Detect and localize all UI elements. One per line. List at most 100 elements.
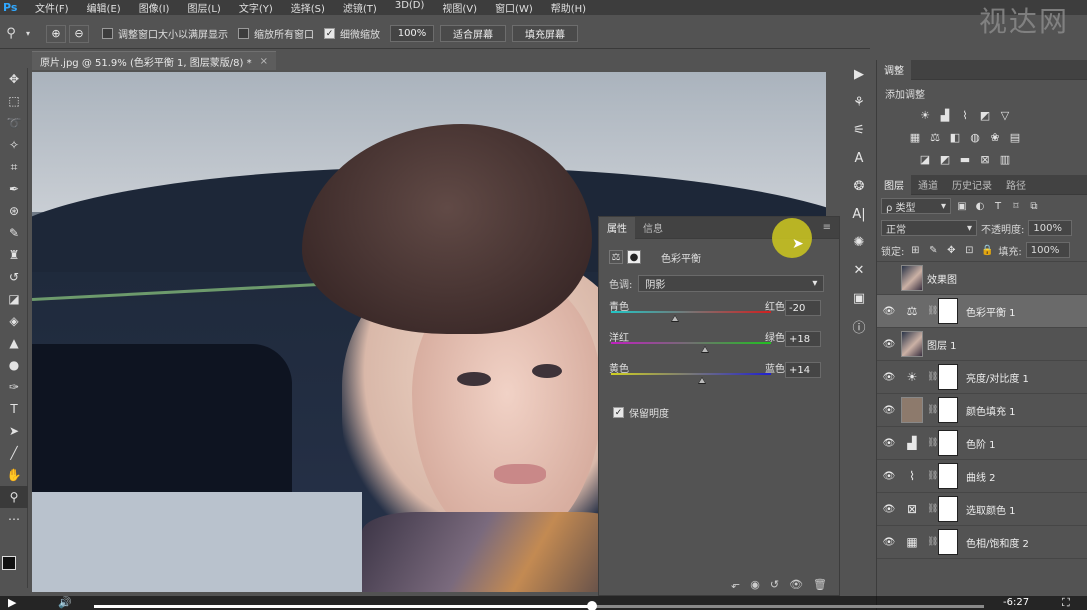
magic-wand-tool-icon[interactable]: ✧ xyxy=(0,134,28,156)
filter-image-icon[interactable]: ▣ xyxy=(955,199,969,213)
opacity-field[interactable]: 100% xyxy=(1028,220,1073,236)
info-icon[interactable]: ⓘ xyxy=(846,312,872,340)
menu-item[interactable]: 图层(L) xyxy=(178,0,229,15)
visibility-icon[interactable]: 👁 xyxy=(789,578,803,591)
slider-value-field[interactable]: +18 xyxy=(785,331,821,347)
layer-row[interactable]: 👁 ☀ ⛓ 亮度/对比度 1 xyxy=(877,361,1087,394)
tab-adjustments[interactable]: 调整 xyxy=(877,59,911,80)
filter-shape-icon[interactable]: ⌑ xyxy=(1009,199,1023,213)
blur-tool-icon[interactable]: ▲ xyxy=(0,332,28,354)
eyedropper-tool-icon[interactable]: ✒ xyxy=(0,178,28,200)
kind-filter-select[interactable]: ρ 类型 ▾ xyxy=(881,198,951,214)
lock-all-icon[interactable]: 🔒 xyxy=(980,243,994,257)
zoom-in-button[interactable]: ⊕ xyxy=(46,24,66,43)
slider-thumb[interactable] xyxy=(671,315,679,322)
menu-item[interactable]: 编辑(E) xyxy=(78,0,130,15)
menu-item[interactable]: 文件(F) xyxy=(26,0,78,15)
paragraph-icon[interactable]: A| xyxy=(846,200,872,228)
lasso-tool-icon[interactable]: ➰ xyxy=(0,112,28,134)
lock-position-icon[interactable]: ✥ xyxy=(944,243,958,257)
zoom-out-button[interactable]: ⊖ xyxy=(69,24,89,43)
visibility-eye-icon[interactable]: 👁 xyxy=(877,537,901,548)
tools-cross-icon[interactable]: ✕ xyxy=(846,256,872,284)
link-icon[interactable]: ⛓ xyxy=(927,504,938,514)
layer-mask-thumbnail[interactable] xyxy=(938,529,958,555)
menu-item[interactable]: 选择(S) xyxy=(282,0,334,15)
menu-item[interactable]: 文字(Y) xyxy=(230,0,282,15)
invert-icon[interactable]: ◪ xyxy=(917,151,933,167)
lock-paint-icon[interactable]: ✎ xyxy=(926,243,940,257)
tab-layers[interactable]: 图层 xyxy=(877,174,911,195)
tab-properties[interactable]: 属性 xyxy=(599,216,635,239)
slider-thumb[interactable] xyxy=(701,346,710,353)
layer-mask-thumbnail[interactable] xyxy=(938,496,958,522)
close-icon[interactable]: × xyxy=(260,56,268,67)
video-progress-knob[interactable] xyxy=(587,601,598,610)
layer-mask-thumbnail[interactable] xyxy=(938,463,958,489)
layer-row[interactable]: 👁 ⚖ ⛓ 色彩平衡 1 xyxy=(877,295,1087,328)
slider-track[interactable] xyxy=(611,311,771,313)
camera-raw-icon[interactable]: ▣ xyxy=(846,284,872,312)
layer-mask-thumbnail[interactable] xyxy=(938,430,958,456)
color-balance-adj-icon[interactable]: ⚖ xyxy=(927,129,943,145)
view-previous-icon[interactable]: ◉ xyxy=(750,578,760,591)
link-icon[interactable]: ⛓ xyxy=(927,438,938,448)
layer-row[interactable]: 👁 ⊠ ⛓ 选取颜色 1 xyxy=(877,493,1087,526)
volume-icon[interactable]: 🔊 xyxy=(58,596,72,609)
visibility-eye-icon[interactable]: 👁 xyxy=(877,504,901,515)
character-icon[interactable]: A xyxy=(846,144,872,172)
layer-row[interactable]: 效果图 xyxy=(877,262,1087,295)
link-icon[interactable]: ⛓ xyxy=(927,537,938,547)
visibility-eye-icon[interactable]: 👁 xyxy=(877,405,901,416)
visibility-eye-icon[interactable]: 👁 xyxy=(877,471,901,482)
filter-type-icon[interactable]: T xyxy=(991,199,1005,213)
color-lookup-icon[interactable]: ▤ xyxy=(1007,129,1023,145)
menu-item[interactable]: 视图(V) xyxy=(433,0,486,15)
black-white-icon[interactable]: ◧ xyxy=(947,129,963,145)
layer-mask-thumbnail[interactable] xyxy=(938,397,958,423)
clip-to-layer-icon[interactable]: ⬐ xyxy=(731,578,740,591)
brush-presets-icon[interactable]: ⚘ xyxy=(846,88,872,116)
color-wheel-icon[interactable]: ✺ xyxy=(846,228,872,256)
line-tool-icon[interactable]: ╱ xyxy=(0,442,28,464)
preserve-luminosity-checkbox[interactable]: ✓ 保留明度 xyxy=(599,391,839,434)
paint-bucket-tool-icon[interactable]: ◈ xyxy=(0,310,28,332)
curves-icon[interactable]: ⌇ xyxy=(957,107,973,123)
layer-mask-icon[interactable]: ● xyxy=(627,250,641,264)
layer-row[interactable]: 👁 ▦ ⛓ 色相/饱和度 2 xyxy=(877,526,1087,559)
layer-mask-thumbnail[interactable] xyxy=(938,298,958,324)
zoom-tool-icon[interactable]: ⚲ xyxy=(0,23,22,45)
marquee-tool-icon[interactable]: ⬚ xyxy=(0,90,28,112)
hand-tool-icon[interactable]: ✋ xyxy=(0,464,28,486)
history-brush-tool-icon[interactable]: ↺ xyxy=(0,266,28,288)
crop-tool-icon[interactable]: ⌗ xyxy=(0,156,28,178)
reset-icon[interactable]: ↺ xyxy=(770,578,779,591)
more-tools-icon[interactable]: ⋯ xyxy=(0,508,28,530)
zoom-all-checkbox[interactable]: 缩放所有窗口 xyxy=(238,26,314,41)
resize-window-checkbox[interactable]: 调整窗口大小以满屏显示 xyxy=(102,26,228,41)
menu-item[interactable]: 3D(D) xyxy=(386,0,434,15)
menu-item[interactable]: 图像(I) xyxy=(130,0,179,15)
checkbox-box[interactable] xyxy=(238,28,249,39)
tab-history[interactable]: 历史记录 xyxy=(945,175,999,195)
pen-tool-icon[interactable]: ✑ xyxy=(0,376,28,398)
threshold-icon[interactable]: ▬ xyxy=(957,151,973,167)
visibility-eye-icon[interactable]: 👁 xyxy=(877,372,901,383)
vibrance-icon[interactable]: ▽ xyxy=(997,107,1013,123)
link-icon[interactable]: ⛓ xyxy=(927,306,938,316)
blend-mode-select[interactable]: 正常 ▾ xyxy=(881,220,977,236)
levels-icon[interactable]: ▟ xyxy=(937,107,953,123)
visibility-eye-icon[interactable]: 👁 xyxy=(877,339,901,350)
type-tool-icon[interactable]: T xyxy=(0,398,28,420)
checkbox-box[interactable] xyxy=(102,28,113,39)
fill-screen-button[interactable]: 填充屏幕 xyxy=(512,25,578,42)
play-icon[interactable]: ▶ xyxy=(8,596,16,609)
slider-value-field[interactable]: -20 xyxy=(785,300,821,316)
channel-mixer-icon[interactable]: ❀ xyxy=(987,129,1003,145)
zoom-value-field[interactable]: 100% xyxy=(390,25,434,42)
fit-screen-button[interactable]: 适合屏幕 xyxy=(440,25,506,42)
move-tool-icon[interactable]: ✥ xyxy=(0,68,28,90)
filter-smart-icon[interactable]: ⧉ xyxy=(1027,199,1041,213)
styles-icon[interactable]: ❂ xyxy=(846,172,872,200)
menu-item[interactable]: 帮助(H) xyxy=(542,0,595,15)
